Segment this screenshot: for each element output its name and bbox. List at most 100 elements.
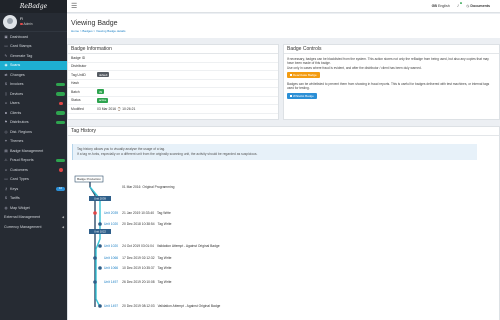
sidebar-item[interactable]: ⚷ Keys 10 bbox=[0, 184, 67, 194]
sidebar-item[interactable]: ▭ Card Types bbox=[0, 175, 67, 185]
history-unit[interactable]: Unit 1020 bbox=[104, 244, 118, 248]
info-row: Status active bbox=[68, 97, 278, 105]
info-row: Distributor bbox=[68, 63, 278, 71]
sidebar-item[interactable]: Currency Management ◀ bbox=[0, 222, 67, 232]
avatar[interactable] bbox=[3, 15, 17, 29]
alert-pill bbox=[59, 168, 63, 172]
users-icon: ☺ bbox=[4, 101, 8, 106]
branch-label-b: Unit 1022 bbox=[94, 230, 106, 234]
sidebar-item[interactable]: $ Invoices bbox=[0, 80, 67, 90]
notification-count: 2 bbox=[459, 2, 463, 4]
history-unit[interactable]: Unit 1066 bbox=[104, 266, 118, 270]
history-unit[interactable]: Unit 1020 bbox=[104, 222, 118, 226]
info-row: Tag UniID default bbox=[68, 71, 278, 80]
history-date: 20 Dec 2019 08:12:03 bbox=[122, 304, 155, 308]
history-unit[interactable]: Unit 1066 bbox=[104, 256, 118, 260]
deactivate-badge-button[interactable]: Deactivate Badge bbox=[287, 71, 320, 79]
cardtype-icon: ▭ bbox=[4, 177, 8, 182]
user-panel: FI Admin bbox=[0, 13, 67, 32]
timeline-node[interactable] bbox=[93, 211, 97, 215]
sidebar-item[interactable]: ◎ Dist. Regions bbox=[0, 127, 67, 137]
sidebar-item[interactable]: ✦ Themes bbox=[0, 137, 67, 147]
timeline-node[interactable] bbox=[98, 304, 102, 308]
sidebar-item-label: Distributors bbox=[10, 120, 29, 125]
timeline-node[interactable] bbox=[98, 244, 102, 248]
map-icon: ◍ bbox=[4, 205, 8, 210]
sidebar-item-label: Themes bbox=[10, 139, 24, 144]
sidebar-item[interactable]: ▯ Devices bbox=[0, 89, 67, 99]
timeline-node[interactable] bbox=[93, 256, 97, 260]
history-desc: Tag Write bbox=[157, 222, 172, 226]
tag-history-panel: Tag History Tag history allows you to vi… bbox=[67, 126, 500, 320]
sidebar-item[interactable]: ▤ Badge Management bbox=[0, 146, 67, 156]
history-entry: Unit 1020 24 Oct 2019 03:01:04 Validation … bbox=[104, 244, 220, 248]
language-selector[interactable]: GB English bbox=[432, 4, 450, 8]
sidebar-item[interactable]: ◉ Scans bbox=[0, 60, 67, 70]
breadcrumb[interactable]: Home > Badges > Viewing Badge details bbox=[71, 29, 500, 33]
status-dot-icon bbox=[20, 22, 23, 26]
page-header: Viewing Badge Home > Badges > Viewing Ba… bbox=[67, 14, 500, 38]
sidebar-item[interactable]: ◍ Map Widget bbox=[0, 203, 67, 213]
info-value: default bbox=[97, 72, 110, 78]
app-logo[interactable]: ReBadge bbox=[0, 0, 67, 13]
history-desc: Tag Write bbox=[157, 211, 171, 215]
sidebar-item-label: Card Stamps bbox=[10, 44, 32, 49]
sidebar-item[interactable]: External Management ◀ bbox=[0, 213, 67, 223]
status-pill bbox=[56, 82, 65, 86]
info-value: 39 bbox=[97, 89, 105, 95]
tag-icon: ✎ bbox=[4, 53, 8, 58]
root-date: 01 Mar 2016 bbox=[122, 185, 141, 189]
sidebar-item-label: Generate Tag bbox=[10, 53, 33, 58]
timeline-node[interactable] bbox=[98, 222, 102, 226]
status-pill bbox=[56, 158, 65, 162]
sidebar-item-label: Scans bbox=[10, 63, 21, 68]
sidebar-item-label: Currency Management bbox=[4, 224, 42, 229]
sidebar-item[interactable]: ☺ Customers bbox=[0, 165, 67, 175]
blacklist-warning: Use only in cases where fraud is evident… bbox=[287, 65, 422, 70]
sidebar-item-label: Changes bbox=[10, 72, 25, 77]
sidebar-item[interactable]: ☻ Clients bbox=[0, 108, 67, 118]
sidebar-item[interactable]: $ Tariffs bbox=[0, 194, 67, 204]
info-label: Tag UniID bbox=[71, 72, 86, 77]
history-entry: Unit 1497 26 Dec 2019 20:10:08 Tag Write bbox=[104, 280, 171, 284]
sidebar-item[interactable]: ⚠ Fraud Reports bbox=[0, 156, 67, 166]
sidebar-item[interactable]: ✎ Generate Tag bbox=[0, 51, 67, 61]
customer-icon: ☺ bbox=[4, 167, 8, 172]
documents-menu[interactable]: ◷ Documents bbox=[466, 4, 490, 8]
menu-toggle-icon[interactable]: ☰ bbox=[71, 3, 77, 10]
documents-icon: ◷ bbox=[466, 4, 470, 8]
history-unit[interactable]: Unit 1497 bbox=[104, 280, 118, 284]
info-label: Badge ID bbox=[71, 55, 86, 60]
sidebar-nav: ▣ Dashboard ▭ Card Stamps ✎ Generate Tag ◉ Scan… bbox=[0, 32, 67, 232]
device-icon: ▯ bbox=[5, 91, 7, 96]
history-unit[interactable]: Unit 2039 bbox=[104, 211, 118, 215]
sidebar-item[interactable]: ▣ Dashboard bbox=[0, 32, 67, 42]
history-unit[interactable]: Unit 1497 bbox=[104, 304, 118, 308]
status-pill bbox=[56, 92, 65, 96]
sidebar-item[interactable]: ⇄ Changes bbox=[0, 70, 67, 80]
info-label: Status bbox=[71, 98, 81, 103]
branch-label-a: Unit 2039 bbox=[94, 197, 106, 201]
badge-production-label: Badge Production bbox=[77, 177, 101, 181]
sidebar-item-label: Dist. Regions bbox=[10, 129, 32, 134]
sidebar-item[interactable]: ▭ Card Stamps bbox=[0, 42, 67, 52]
page-title: Viewing Badge bbox=[71, 20, 118, 27]
sidebar-item[interactable]: ☺ Users bbox=[0, 99, 67, 109]
history-desc: Tag Write bbox=[157, 280, 172, 284]
notification-bell-icon[interactable]: ♪ 2 bbox=[457, 2, 463, 9]
chevron-left-icon: ◀ bbox=[61, 215, 64, 220]
timeline-node[interactable] bbox=[93, 280, 97, 284]
dashboard-icon: ▣ bbox=[4, 34, 8, 39]
sidebar-item-label: Invoices bbox=[10, 82, 24, 87]
history-date: 10 Dec 2019 10:35:37 bbox=[122, 266, 155, 270]
sidebar-item-label: Badge Management bbox=[10, 148, 44, 153]
sidebar-item-label: Card Types bbox=[10, 177, 29, 182]
badge-icon: ▤ bbox=[4, 148, 8, 153]
sidebar-item[interactable]: ⚑ Distributors bbox=[0, 118, 67, 128]
history-date: 21 Jan 2019 10:33:40 bbox=[122, 211, 155, 215]
whitelist-badge-button[interactable]: Whitelist Badge bbox=[287, 92, 317, 100]
info-label: Distributor bbox=[71, 64, 87, 69]
chevron-left-icon: ◀ bbox=[61, 224, 64, 229]
timeline-node[interactable] bbox=[98, 266, 102, 270]
scan-icon: ◉ bbox=[4, 63, 8, 68]
